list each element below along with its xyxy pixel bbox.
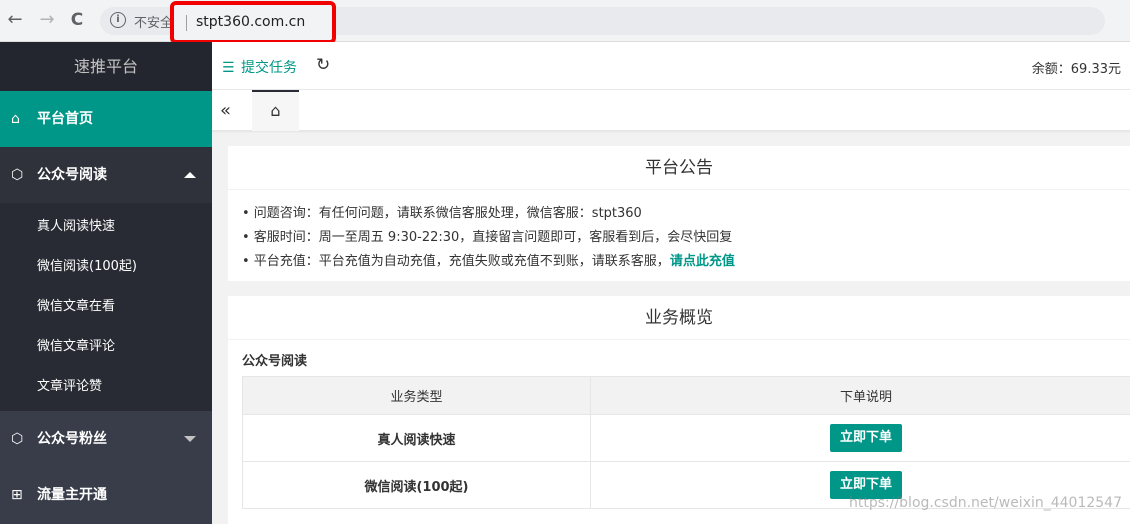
notice-card: 平台公告 • 问题咨询：有任何问题，请联系微信客服处理，微信客服：stpt360… — [228, 146, 1130, 281]
submenu-item-real-read[interactable]: 真人阅读快速 — [0, 207, 212, 247]
info-icon[interactable]: i — [110, 12, 126, 28]
browser-toolbar: ← → C i 不安全 stpt360.com.cn — [0, 0, 1130, 44]
reload-icon[interactable]: C — [66, 9, 88, 31]
url-separator — [186, 15, 187, 31]
sidebar-item-label: 流量主开通 — [37, 487, 107, 503]
sidebar-item-official-reading[interactable]: ⬡ 公众号阅读 — [0, 147, 212, 203]
watermark: https://blog.csdn.net/weixin_44012547 — [848, 495, 1122, 511]
sidebar-item-label: 公众号粉丝 — [37, 431, 107, 447]
url-highlight[interactable]: stpt360.com.cn — [170, 1, 336, 44]
submit-task-button[interactable]: ☰ 提交任务 — [222, 57, 297, 77]
notice-line: • 平台充值：平台充值为自动充值，充值失败或充值不到账，请联系客服，请点此充值 — [242, 250, 1116, 274]
top-header: ☰ 提交任务 ↻ 余额：69.33元 — [212, 42, 1130, 90]
submenu-item-comment-like[interactable]: 文章评论赞 — [0, 367, 212, 407]
caret-down-icon — [184, 436, 196, 442]
tab-bar: « ⌂ — [212, 90, 1130, 131]
table-row: 真人阅读快速 立即下单 — [242, 414, 1130, 462]
column-header: 业务类型 — [242, 376, 591, 415]
sidebar: 速推平台 ⌂ 平台首页 ⬡ 公众号阅读 真人阅读快速 微信阅读(100起) 微信… — [0, 42, 212, 524]
sidebar-item-label: 平台首页 — [37, 111, 93, 127]
forward-icon[interactable]: → — [36, 9, 58, 31]
table-header-row: 业务类型 下单说明 — [242, 376, 1130, 415]
platform-logo[interactable]: 速推平台 — [0, 42, 212, 91]
sidebar-item-label: 公众号阅读 — [37, 167, 107, 183]
url-text[interactable]: stpt360.com.cn — [196, 14, 305, 30]
order-cell: 立即下单 — [590, 414, 1130, 462]
double-chevron-left-icon[interactable]: « — [220, 100, 231, 121]
notice-line: • 问题咨询：有任何问题，请联系微信客服处理，微信客服：stpt360 — [242, 206, 642, 221]
cube-icon: ⬡ — [11, 167, 24, 183]
notice-line: • 客服时间：周一至周五 9:30-22:30，直接留言问题即可，客服看到后，会… — [242, 230, 733, 245]
sidebar-item-home[interactable]: ⌂ 平台首页 — [0, 91, 212, 147]
submenu-item-wechat-read[interactable]: 微信阅读(100起) — [0, 247, 212, 287]
caret-up-icon — [184, 172, 196, 178]
sidebar-item-official-fans[interactable]: ⬡ 公众号粉丝 — [0, 411, 212, 467]
notice-line-text: • 平台充值：平台充值为自动充值，充值失败或充值不到账，请联系客服， — [242, 254, 670, 269]
home-icon: ⌂ — [270, 101, 281, 120]
refresh-icon[interactable]: ↻ — [316, 55, 330, 75]
overview-title: 业务概览 — [228, 296, 1130, 340]
column-header: 下单说明 — [590, 376, 1130, 415]
home-icon: ⌂ — [11, 111, 20, 127]
submenu-item-article-watching[interactable]: 微信文章在看 — [0, 287, 212, 327]
submenu-item-article-comment[interactable]: 微信文章评论 — [0, 327, 212, 367]
submit-task-label: 提交任务 — [241, 60, 298, 76]
menu-collapse-icon: ☰ — [222, 60, 235, 76]
tab-home[interactable]: ⌂ — [252, 90, 299, 131]
sidebar-item-traffic[interactable]: ⊞ 流量主开通 — [0, 467, 212, 523]
business-table: 业务类型 下单说明 真人阅读快速 立即下单 微信阅读(100起) 立即下单 — [242, 376, 1130, 509]
balance-display: 余额：69.33元 — [1031, 62, 1121, 77]
recharge-link[interactable]: 请点此充值 — [670, 254, 735, 269]
notice-body: • 问题咨询：有任何问题，请联系微信客服处理，微信客服：stpt360 • 客服… — [228, 190, 1130, 280]
cube-icon: ⬡ — [11, 431, 24, 447]
overview-card: 业务概览 公众号阅读 业务类型 下单说明 真人阅读快速 立即下单 微信阅读(10… — [228, 296, 1130, 524]
business-type-cell: 微信阅读(100起) — [242, 461, 591, 509]
submenu-official-reading: 真人阅读快速 微信阅读(100起) 微信文章在看 微信文章评论 文章评论赞 — [0, 203, 212, 411]
insecure-label: 不安全 — [134, 16, 174, 31]
notice-title: 平台公告 — [228, 146, 1130, 190]
business-type-cell: 真人阅读快速 — [242, 414, 591, 462]
apps-icon: ⊞ — [11, 487, 23, 503]
order-now-button[interactable]: 立即下单 — [829, 424, 902, 452]
section-label: 公众号阅读 — [242, 354, 308, 369]
back-icon[interactable]: ← — [4, 9, 26, 31]
